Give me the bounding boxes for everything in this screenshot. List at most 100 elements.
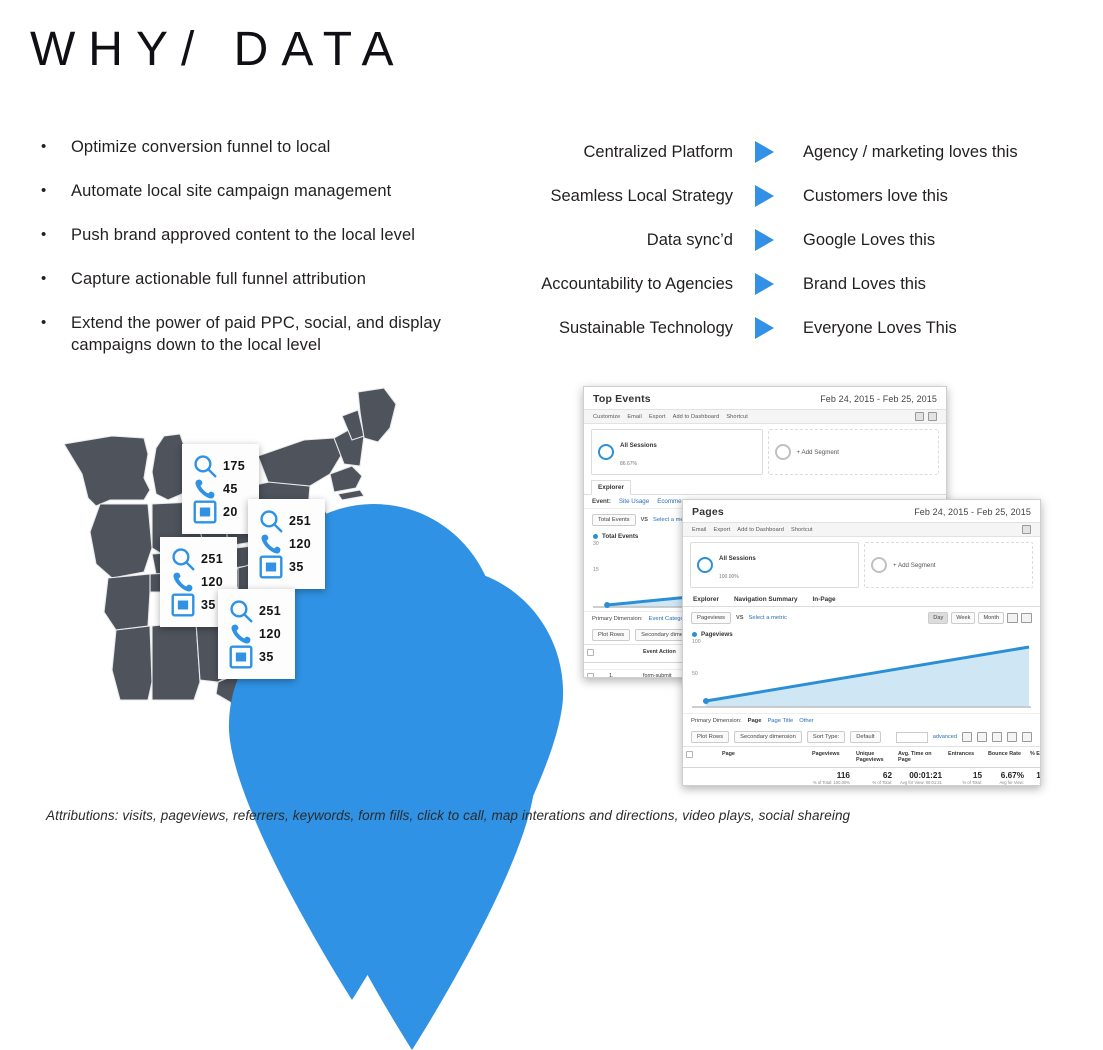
value-row-benefit: Brand Loves this <box>803 274 926 293</box>
value-row-benefit: Agency / marketing loves this <box>803 142 1018 161</box>
primary-dimension-bar: Primary Dimension: Page Page Title Other <box>683 713 1040 728</box>
col-pageviews[interactable]: Pageviews <box>809 746 853 768</box>
table-search-input[interactable] <box>895 731 928 743</box>
panel-tabs: Explorer Navigation Summary In-Page <box>683 593 1040 607</box>
granularity-day[interactable]: Day <box>928 612 949 624</box>
tab-in-page[interactable]: In-Page <box>810 593 839 606</box>
tab-navigation-summary[interactable]: Navigation Summary <box>731 593 801 606</box>
list-item-label: Push brand approved content to the local… <box>71 226 415 244</box>
value-row: Accountability to Agencies Brand Loves t… <box>505 262 1085 306</box>
metric-value: 35 <box>289 560 304 574</box>
table-view-icon[interactable] <box>962 732 972 742</box>
toolbar-add-to-dashboard[interactable]: Add to Dashboard <box>673 414 720 420</box>
dimension-page-title[interactable]: Page Title <box>767 718 793 724</box>
form-icon <box>193 312 217 712</box>
select-all-checkbox-cell[interactable] <box>683 746 700 768</box>
metric-bar: Pageviews VS Select a metric Day Week Mo… <box>683 607 1040 629</box>
performance-view-icon[interactable] <box>992 732 1002 742</box>
segment-ring-icon <box>697 557 713 573</box>
segment-name: All Sessions <box>620 442 657 449</box>
plot-rows-button[interactable]: Plot Rows <box>592 629 631 641</box>
y-tick-upper: 100 <box>692 639 701 645</box>
form-icon <box>229 457 253 857</box>
totals-row: 116 % of Total: 100.00% (116) 62 % of To… <box>683 767 1040 785</box>
grid-view-icon[interactable] <box>915 412 924 421</box>
panel-toolbar: Customize Email Export Add to Dashboard … <box>584 409 946 424</box>
pages-table: Page Pageviews Unique Pageviews Avg. Tim… <box>683 746 1040 785</box>
chart-type-icon[interactable] <box>1007 613 1018 623</box>
share-icon[interactable] <box>1022 525 1031 534</box>
value-row: Centralized Platform Agency / marketing … <box>505 130 1085 174</box>
segment-all-sessions[interactable]: All Sessions 100.00% <box>690 542 859 588</box>
bullet-icon: • <box>41 182 47 199</box>
toolbar-shortcut[interactable]: Shortcut <box>791 527 813 533</box>
panel-header: Top Events Feb 24, 2015 - Feb 25, 2015 <box>584 387 946 409</box>
pie-view-icon[interactable] <box>977 732 987 742</box>
toolbar-email[interactable]: Email <box>692 527 707 533</box>
table-control-bar: Plot Rows Secondary dimension Sort Type:… <box>683 728 1040 746</box>
value-row: Data sync’d Google Loves this <box>505 218 1085 262</box>
segment-percent: 100.00% <box>719 574 739 580</box>
add-segment-button[interactable]: + Add Segment <box>767 429 939 475</box>
select-all-checkbox-cell[interactable] <box>584 644 606 663</box>
analytics-panel-pages[interactable]: Pages Feb 24, 2015 - Feb 25, 2015 Email … <box>682 499 1041 786</box>
toolbar-export[interactable]: Export <box>649 414 666 420</box>
checkbox[interactable] <box>587 649 594 656</box>
panel-tabs: Explorer <box>584 480 946 495</box>
comparison-view-icon[interactable] <box>1007 732 1017 742</box>
vs-label: VS <box>640 517 649 523</box>
total-pct-exit: 12.93% Avg for View: 12.93% (0.00%) <box>1027 767 1040 785</box>
checkbox[interactable] <box>587 673 594 677</box>
motion-chart-icon[interactable] <box>1021 613 1032 623</box>
callout-east[interactable]: 251 120 35 <box>248 499 326 589</box>
checkbox[interactable] <box>686 751 693 758</box>
totals-index <box>700 767 719 785</box>
legend-label: Total Events <box>602 533 639 540</box>
granularity-week[interactable]: Week <box>951 612 976 624</box>
segment-all-sessions[interactable]: All Sessions 86.67% <box>591 429 763 475</box>
total-bounce-rate: 6.67% Avg for View: 6.67% (0.00%) <box>985 767 1027 785</box>
dimension-other[interactable]: Other <box>799 718 814 724</box>
col-entrances[interactable]: Entrances <box>945 746 985 768</box>
advanced-link[interactable]: advanced <box>933 734 957 740</box>
secondary-dimension-selector[interactable]: Secondary dimension <box>734 731 802 743</box>
select-metric-link[interactable]: Select a metric <box>749 615 787 621</box>
dimension-page[interactable]: Page <box>748 718 762 724</box>
subnav-site-usage[interactable]: Site Usage <box>619 498 649 505</box>
date-range-selector[interactable]: Feb 24, 2015 - Feb 25, 2015 <box>820 394 937 404</box>
toolbar-add-to-dashboard[interactable]: Add to Dashboard <box>737 527 784 533</box>
toolbar-shortcut[interactable]: Shortcut <box>726 414 748 420</box>
toolbar-email[interactable]: Email <box>627 414 642 420</box>
date-range-selector[interactable]: Feb 24, 2015 - Feb 25, 2015 <box>914 507 1031 517</box>
total-sub: Avg for View: 6.67% (0.00%) <box>999 780 1024 785</box>
col-pct-exit[interactable]: % Exit <box>1027 746 1040 768</box>
row-index <box>606 662 640 670</box>
sort-type-selector[interactable]: Default <box>850 731 881 743</box>
metric-selector[interactable]: Pageviews <box>691 612 732 624</box>
row-checkbox-cell[interactable] <box>584 662 606 670</box>
tab-explorer[interactable]: Explorer <box>591 480 631 495</box>
pivot-view-icon[interactable] <box>1022 732 1032 742</box>
value-proposition-list: Centralized Platform Agency / marketing … <box>505 130 1085 350</box>
add-segment-button[interactable]: + Add Segment <box>864 542 1033 588</box>
legend-label: Pageviews <box>701 631 733 638</box>
plot-rows-button[interactable]: Plot Rows <box>691 731 730 743</box>
row-checkbox-cell[interactable] <box>584 669 606 677</box>
tab-explorer[interactable]: Explorer <box>690 593 722 606</box>
col-unique-pageviews[interactable]: Unique Pageviews <box>853 746 895 768</box>
granularity-month[interactable]: Month <box>978 612 1004 624</box>
vs-label: VS <box>736 615 744 621</box>
arrow-right-icon <box>733 229 795 251</box>
subnav-label: Event: <box>592 498 611 505</box>
chart-svg <box>692 645 1031 708</box>
toolbar-export[interactable]: Export <box>714 527 731 533</box>
col-bounce-rate[interactable]: Bounce Rate <box>985 746 1027 768</box>
metric-selector[interactable]: Total Events <box>592 514 636 526</box>
share-icon[interactable] <box>928 412 937 421</box>
col-avg-time-on-page[interactable]: Avg. Time on Page <box>895 746 945 768</box>
primary-dimension-label: Primary Dimension: <box>691 718 742 724</box>
col-page[interactable]: Page <box>719 746 809 768</box>
toolbar-customize[interactable]: Customize <box>593 414 620 420</box>
total-pageviews: 116 % of Total: 100.00% (116) <box>809 767 853 785</box>
callout-south[interactable]: 251 120 35 <box>218 589 296 679</box>
